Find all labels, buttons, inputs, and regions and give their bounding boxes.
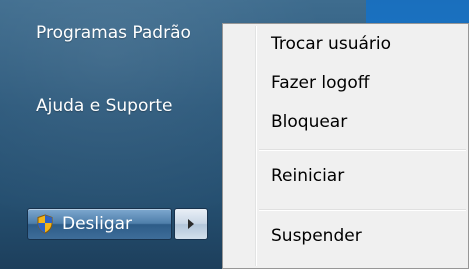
menu-item-restart[interactable]: Reiniciar <box>271 166 344 186</box>
default-programs-link[interactable]: Programas Padrão <box>36 23 191 43</box>
menu-item-lock[interactable]: Bloquear <box>271 112 347 132</box>
shutdown-label: Desligar <box>62 214 133 234</box>
menu-item-sleep[interactable]: Suspender <box>271 226 362 246</box>
menu-item-switch-user[interactable]: Trocar usuário <box>271 34 391 54</box>
shutdown-button[interactable]: Desligar <box>27 208 172 240</box>
shutdown-options-menu: Trocar usuário Fazer logoff Bloquear Rei… <box>222 23 469 269</box>
uac-shield-icon <box>36 214 54 234</box>
menu-item-log-off[interactable]: Fazer logoff <box>271 73 369 93</box>
triangle-right-icon <box>186 215 196 234</box>
menu-separator <box>259 209 466 211</box>
shutdown-options-arrow-button[interactable] <box>174 208 208 240</box>
help-and-support-link[interactable]: Ajuda e Suporte <box>36 96 172 116</box>
menu-separator <box>259 149 466 151</box>
